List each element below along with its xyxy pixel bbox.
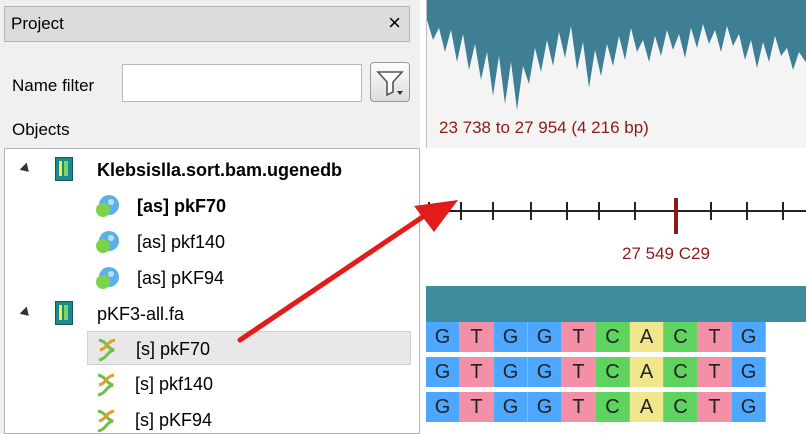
ruler-tick: [492, 202, 494, 220]
expand-arrow-icon[interactable]: [19, 162, 33, 176]
tree-item-as-pkf140[interactable]: [as] pkf140: [5, 225, 415, 259]
base-cell: C: [596, 322, 630, 352]
ruler-tick: [460, 202, 462, 220]
base-cell: G: [732, 322, 766, 352]
document-icon: [55, 301, 73, 325]
base-cell: G: [426, 357, 460, 387]
tree-item-label: [as] pkF70: [137, 196, 227, 216]
coverage-graph: [427, 0, 806, 110]
base-cell: C: [596, 392, 630, 422]
base-cell: T: [698, 392, 732, 422]
ruler-tick: [710, 202, 712, 220]
filter-options-button[interactable]: [370, 62, 410, 102]
project-title-bar: Project ×: [4, 6, 410, 42]
base-cell: T: [460, 392, 494, 422]
tree-item-label: [s] pkF70: [136, 339, 211, 359]
tree-item-as-pkf94[interactable]: [as] pKF94: [5, 261, 415, 295]
base-cell: G: [494, 357, 528, 387]
name-filter-input[interactable]: [122, 64, 362, 102]
range-label: 23 738 to 27 954 (4 216 bp): [439, 118, 649, 137]
base-cell: C: [596, 357, 630, 387]
base-cell: G: [528, 322, 562, 352]
tree-doc-klebsiella[interactable]: Klebsislla.sort.bam.ugenedb: [5, 153, 415, 187]
objects-label: Objects: [12, 120, 70, 139]
sequence-icon: [98, 338, 116, 362]
tree-item-as-pkf70[interactable]: [as] pkF70: [5, 189, 415, 223]
coverage-overview[interactable]: 23 738 to 27 954 (4 216 bp): [426, 0, 806, 148]
base-cell: G: [732, 392, 766, 422]
base-cell: T: [698, 322, 732, 352]
ruler-tick: [566, 202, 568, 220]
base-cell: T: [562, 357, 596, 387]
tree-doc-label: Klebsislla.sort.bam.ugenedb: [97, 160, 343, 180]
base-cell: T: [562, 322, 596, 352]
sequence-icon: [97, 373, 115, 397]
ruler-tick: [530, 202, 532, 220]
tree-item-label: [as] pkf140: [137, 232, 226, 252]
base-cell: C: [664, 357, 698, 387]
document-icon: [55, 157, 73, 181]
assembly-icon: [96, 195, 119, 217]
ruler-tick: [428, 202, 430, 220]
project-panel: Project × Name filter Objects Klebsislla…: [0, 0, 420, 434]
project-title: Project: [11, 14, 64, 33]
base-cell: G: [732, 357, 766, 387]
assembly-icon: [96, 231, 119, 253]
base-cell: G: [528, 357, 562, 387]
base-cell: T: [698, 357, 732, 387]
base-cell: G: [426, 322, 460, 352]
base-cell: A: [630, 322, 664, 352]
ruler-tick: [746, 202, 748, 220]
base-cell: G: [528, 392, 562, 422]
name-filter-label: Name filter: [12, 76, 95, 95]
position-marker: [674, 198, 678, 234]
base-cell: T: [460, 357, 494, 387]
close-icon[interactable]: ×: [388, 10, 401, 36]
tree-item-label: [s] pKF94: [135, 410, 213, 430]
base-cell: C: [664, 322, 698, 352]
tree-doc-pkf3-all[interactable]: pKF3-all.fa: [5, 297, 415, 331]
position-label: 27 549 C29: [622, 244, 710, 263]
ruler-tick: [598, 202, 600, 220]
base-cell: G: [494, 392, 528, 422]
funnel-filter-icon: [376, 71, 404, 97]
base-cell: T: [460, 322, 494, 352]
base-cell: A: [630, 392, 664, 422]
sequence-icon: [97, 409, 115, 433]
assembly-browser: 23 738 to 27 954 (4 216 bp) 27 549 C29 G…: [420, 0, 806, 434]
tree-doc-label: pKF3-all.fa: [97, 304, 185, 324]
assembly-icon: [96, 267, 119, 289]
tree-item-s-pkf94[interactable]: [s] pKF94: [5, 403, 415, 433]
base-cell: T: [562, 392, 596, 422]
ruler: [426, 210, 806, 212]
base-cell: G: [494, 322, 528, 352]
base-cell: C: [664, 392, 698, 422]
tree-item-s-pkf70[interactable]: [s] pkF70: [87, 331, 411, 365]
expand-arrow-icon[interactable]: [19, 306, 33, 320]
ruler-tick: [782, 202, 784, 220]
tree-item-s-pkf140[interactable]: [s] pkf140: [5, 367, 415, 401]
base-cell: G: [426, 392, 460, 422]
objects-tree: Klebsislla.sort.bam.ugenedb [as] pkF70 […: [4, 148, 420, 434]
reads-header-bar: [426, 286, 806, 322]
tree-item-label: [s] pkf140: [135, 374, 214, 394]
tree-item-label: [as] pKF94: [137, 268, 225, 288]
base-cell: A: [630, 357, 664, 387]
ruler-tick: [634, 202, 636, 220]
